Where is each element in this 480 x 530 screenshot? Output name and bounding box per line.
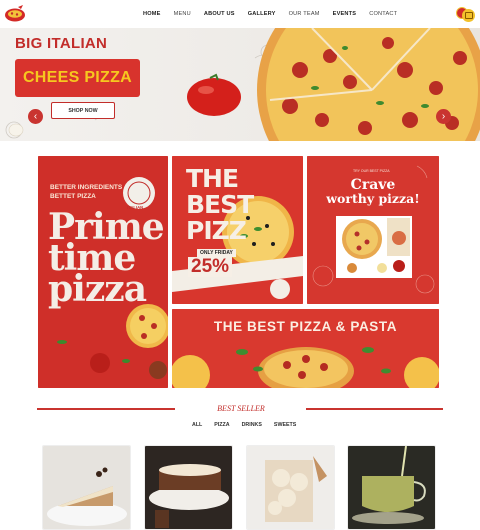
main-menu: HOME MENU ABOUT US GALLERY OUR TEAM EVEN… [143,11,410,17]
cart-icon[interactable] [462,9,475,22]
poster3-line-2: worthy pizza! [326,191,420,206]
poster1-headline: Prime time pizza [48,209,165,310]
product-card-ice-cream[interactable] [246,445,335,530]
carousel-prev-icon[interactable]: ‹ [28,109,43,124]
product-ice-cream-image [247,446,334,529]
cart-area[interactable] [456,6,476,22]
poster3-small: TRY OUR BEST PIZZA [353,169,390,173]
poster1-tagline: BETTER INGREDIENTS BETTET PIZZA [50,183,122,201]
poster-crave-worthy[interactable]: TRY OUR BEST PIZZA Crave worthy pizza! [307,156,439,304]
poster2-line-2: PIZZ [186,216,247,245]
poster2-discount: 25% [188,257,233,277]
tab-all[interactable]: ALL [192,422,202,428]
poster1-tagline-2: BETTET PIZZA [50,193,96,200]
product-cheesecake-image [145,446,232,529]
menu-item-contact[interactable]: CONTACT [369,11,397,17]
category-tabs: ALL PIZZA DRINKS SWEETS [192,422,308,428]
poster2-line-1: THE BEST [186,164,254,219]
product-card-cheesecake[interactable] [144,445,233,530]
hero-banner: BIG ITALIAN CHEES PIZZA SHOP NOW ‹ › [0,28,480,141]
menu-item-about[interactable]: ABOUT US [204,11,235,17]
hero-badge: CHEES PIZZA [15,59,140,97]
menu-item-team[interactable]: OUR TEAM [289,11,320,17]
poster1-tagline-1: BETTER INGREDIENTS [50,184,123,191]
product-card-pie[interactable] [42,445,131,530]
poster4-headline: THE BEST PIZZA & PASTA [213,319,398,334]
hero-badge-text: CHEES PIZZA [22,69,133,86]
poster3-headline: Crave worthy pizza! [307,178,439,206]
shop-now-button[interactable]: SHOP NOW [51,102,115,119]
product-card-green-tea[interactable] [347,445,436,530]
carousel-next-icon[interactable]: › [436,109,451,124]
poster3-line-1: Crave [350,177,396,193]
tab-drinks[interactable]: DRINKS [242,422,262,428]
section-divider-left [37,408,175,410]
section-title: BEST SELLER [217,404,265,413]
poster1-word-3: pizza [48,268,147,310]
brand-logo[interactable] [4,4,26,22]
hero-title: BIG ITALIAN [15,35,108,52]
product-green-tea-image [348,446,435,529]
menu-item-home[interactable]: HOME [143,11,161,17]
menu-item-events[interactable]: EVENTS [333,11,357,17]
poster-the-best[interactable]: THE BEST PIZZ ONLY FRIDAY 25% [172,156,303,304]
menu-item-gallery[interactable]: GALLERY [248,11,276,17]
promo-gallery: BETTER INGREDIENTS BETTET PIZZA ITALIAN … [38,156,439,388]
menu-item-menu[interactable]: MENU [174,11,191,17]
product-pie-image [43,446,130,529]
navbar: HOME MENU ABOUT US GALLERY OUR TEAM EVEN… [0,0,480,28]
tab-pizza[interactable]: PIZZA [214,422,229,428]
poster2-headline: THE BEST PIZZ [186,166,303,244]
poster-pizza-pasta[interactable]: THE BEST PIZZA & PASTA [172,309,439,388]
poster-prime-time[interactable]: BETTER INGREDIENTS BETTET PIZZA ITALIAN … [38,156,168,388]
tab-sweets[interactable]: SWEETS [274,422,296,428]
section-divider-right [306,408,443,410]
